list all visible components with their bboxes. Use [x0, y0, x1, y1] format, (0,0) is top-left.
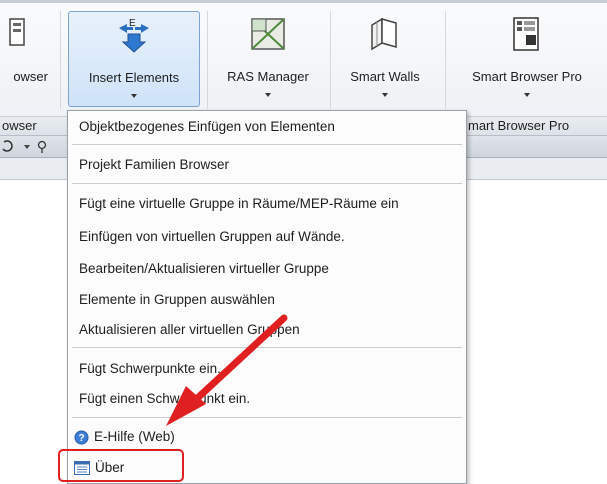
insert-elements-icon: E [119, 18, 149, 53]
ribbon-button-label: owser [13, 69, 48, 84]
panel-label-browser: owser [2, 118, 37, 133]
smart-walls-icon [371, 17, 397, 51]
menu-item-label: Fügt einen Schwerpunkt ein. [79, 391, 251, 406]
menu-item-label: Fügt eine virtuelle Gruppe in Räume/MEP-… [79, 196, 399, 211]
menu-item-schwerpunkt[interactable]: Fügt einen Schwerpunkt ein. [70, 386, 464, 412]
chevron-down-icon[interactable] [22, 142, 32, 152]
ribbon: owser E Insert Elements RAS Manager Smar [0, 0, 607, 118]
menu-separator [72, 347, 462, 348]
ribbon-button-browser[interactable]: owser [0, 11, 56, 107]
menu-item-label: E-Hilfe (Web) [94, 429, 175, 444]
menu-item-aktualisieren-gruppen[interactable]: Aktualisieren aller virtuellen Gruppen [70, 317, 464, 343]
ribbon-button-label: Smart Browser Pro [472, 69, 582, 84]
smart-browser-pro-icon [513, 17, 539, 51]
ribbon-separator [445, 11, 446, 109]
dropdown-arrow-icon [524, 93, 530, 97]
menu-item-label: Einfügen von virtuellen Gruppen auf Wänd… [79, 229, 345, 244]
rotate-icon[interactable] [1, 140, 15, 154]
menu-item-schwerpunkte[interactable]: Fügt Schwerpunkte ein. [70, 356, 464, 382]
menu-separator [72, 417, 462, 418]
ribbon-separator [207, 11, 208, 109]
menu-item-bearbeiten-virtueller-gruppe[interactable]: Bearbeiten/Aktualisieren virtueller Grup… [70, 256, 464, 282]
ribbon-separator [60, 11, 61, 109]
help-icon: ? [74, 430, 89, 445]
menu-separator [72, 183, 462, 184]
menu-item-objektbezogenes-einfuegen[interactable]: Objektbezogenes Einfügen von Elementen [70, 114, 464, 140]
ras-manager-icon [251, 18, 285, 50]
ribbon-button-label: Smart Walls [350, 69, 420, 84]
menu-separator [72, 144, 462, 145]
pointer-icon[interactable] [36, 140, 48, 154]
ribbon-separator [330, 11, 331, 109]
ribbon-button-label: Insert Elements [88, 70, 180, 85]
ribbon-button-ras-manager[interactable]: RAS Manager [211, 11, 325, 107]
menu-item-label: Fügt Schwerpunkte ein. [79, 361, 221, 376]
menu-item-virtuelle-gruppen-waende[interactable]: Einfügen von virtuellen Gruppen auf Wänd… [70, 224, 464, 250]
ribbon-button-label: RAS Manager [227, 69, 309, 84]
menu-item-label: Elemente in Gruppen auswählen [79, 292, 275, 307]
svg-text:?: ? [78, 433, 84, 444]
insert-elements-dropdown-menu: Objektbezogenes Einfügen von Elementen P… [67, 110, 467, 484]
menu-item-label: Objektbezogenes Einfügen von Elementen [79, 119, 335, 134]
browser-icon [9, 18, 25, 46]
menu-item-label: Aktualisieren aller virtuellen Gruppen [79, 322, 300, 337]
dropdown-arrow-icon [382, 93, 388, 97]
ribbon-button-insert-elements[interactable]: E Insert Elements [68, 11, 200, 107]
menu-item-label: Bearbeiten/Aktualisieren virtueller Grup… [79, 261, 329, 276]
menu-item-label: Projekt Familien Browser [79, 157, 230, 172]
dropdown-arrow-icon [265, 93, 271, 97]
ribbon-button-smart-walls[interactable]: Smart Walls [335, 11, 435, 107]
ribbon-button-smart-browser-pro[interactable]: Smart Browser Pro [452, 11, 602, 107]
menu-item-projekt-familien-browser[interactable]: Projekt Familien Browser [70, 152, 464, 178]
dropdown-arrow-icon [131, 94, 137, 98]
panel-label-smart-browser-pro: mart Browser Pro [468, 118, 570, 133]
menu-item-virtuelle-gruppe-raeume[interactable]: Fügt eine virtuelle Gruppe in Räume/MEP-… [70, 191, 464, 217]
annotation-highlight-box [58, 449, 184, 482]
menu-item-e-hilfe[interactable]: ? E-Hilfe (Web) [70, 424, 464, 450]
menu-item-elemente-in-gruppen[interactable]: Elemente in Gruppen auswählen [70, 287, 464, 313]
